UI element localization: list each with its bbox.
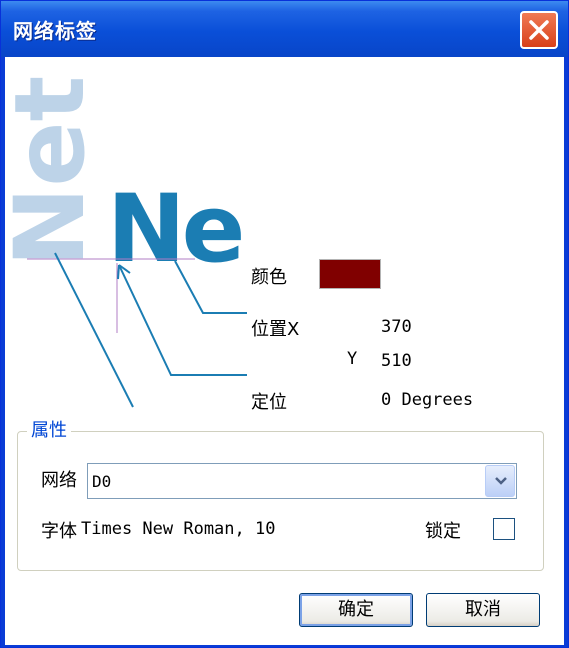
color-swatch[interactable] bbox=[319, 259, 381, 289]
properties-group bbox=[17, 431, 544, 571]
color-label: 颜色 bbox=[251, 267, 287, 288]
ok-button[interactable]: 确定 bbox=[299, 593, 413, 627]
lock-checkbox[interactable] bbox=[493, 518, 515, 540]
cancel-button[interactable]: 取消 bbox=[426, 593, 540, 627]
orientation-value[interactable]: 0 Degrees bbox=[381, 390, 473, 410]
chevron-down-icon bbox=[495, 477, 507, 485]
orientation-label: 定位 bbox=[251, 392, 287, 413]
preview-ghost-text: Net bbox=[5, 76, 106, 267]
net-combobox-value: D0 bbox=[92, 472, 112, 491]
net-dropdown-button[interactable] bbox=[485, 465, 515, 497]
font-label: 字体 bbox=[41, 521, 77, 542]
position-x-label: 位置X bbox=[251, 319, 300, 340]
dialog-body: Net Ne 颜色 位置X 370 Y 510 定位 0 Degrees 属性 … bbox=[5, 57, 564, 645]
lock-label: 锁定 bbox=[425, 521, 461, 542]
position-y-value[interactable]: 510 bbox=[381, 351, 412, 371]
title-bar[interactable]: 网络标签 bbox=[1, 1, 568, 57]
properties-group-title: 属性 bbox=[27, 416, 71, 442]
net-label: 网络 bbox=[41, 470, 77, 491]
position-x-value[interactable]: 370 bbox=[381, 317, 412, 337]
close-icon bbox=[529, 20, 549, 40]
preview-main-text: Ne bbox=[107, 175, 242, 284]
window-title: 网络标签 bbox=[13, 19, 97, 43]
net-label-preview: Net Ne bbox=[5, 76, 247, 408]
position-y-label: Y bbox=[347, 349, 358, 369]
net-combobox[interactable]: D0 bbox=[87, 463, 517, 499]
dialog-window: 网络标签 Net Ne 颜色 位置X 370 Y 510 定位 0 Degree… bbox=[0, 0, 569, 648]
font-value[interactable]: Times New Roman, 10 bbox=[81, 519, 275, 539]
close-button[interactable] bbox=[520, 11, 558, 49]
